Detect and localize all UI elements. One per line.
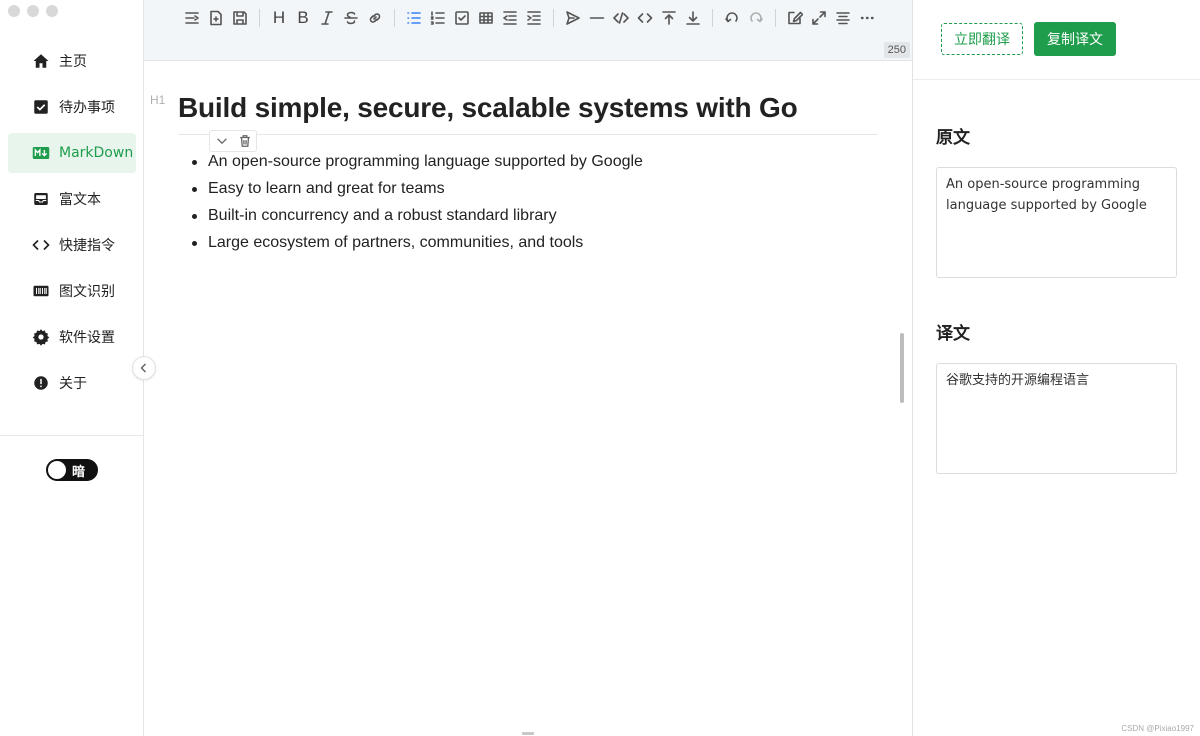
- maximize-window-button[interactable]: [46, 5, 58, 17]
- target-textarea[interactable]: 谷歌支持的开源编程语言: [936, 363, 1177, 474]
- undo-icon[interactable]: [720, 7, 744, 29]
- window-controls: [8, 5, 58, 17]
- list-item[interactable]: Easy to learn and great for teams: [192, 178, 643, 205]
- more-icon[interactable]: [855, 7, 879, 29]
- character-counter: 250: [883, 42, 910, 58]
- close-window-button[interactable]: [8, 5, 20, 17]
- ordered-list-icon[interactable]: [426, 7, 450, 29]
- sidebar-item-markdown[interactable]: MarkDown: [8, 133, 136, 173]
- sidebar-item-label: 主页: [59, 54, 87, 70]
- source-title: 原文: [936, 128, 970, 148]
- checklist-icon[interactable]: [450, 7, 474, 29]
- editor-scrollbar[interactable]: [900, 333, 904, 403]
- sidebar-item-about[interactable]: 关于: [8, 363, 136, 403]
- editor-toolbar: H B 250: [144, 0, 912, 61]
- import-file-icon[interactable]: [204, 7, 228, 29]
- sidebar-item-label: 软件设置: [59, 330, 115, 346]
- home-icon: [32, 52, 50, 70]
- sidebar-item-ocr[interactable]: 图文识别: [8, 271, 136, 311]
- code-block-icon[interactable]: [609, 7, 633, 29]
- sidebar-divider: [0, 435, 143, 436]
- align-icon[interactable]: [831, 7, 855, 29]
- copy-translation-button[interactable]: 复制译文: [1034, 22, 1116, 56]
- fullscreen-icon[interactable]: [807, 7, 831, 29]
- list-item[interactable]: An open-source programming language supp…: [192, 151, 643, 178]
- markdown-editor: H B 250 H1 Build simple, secure, scalabl…: [144, 0, 913, 736]
- barcode-icon: [32, 282, 50, 300]
- redo-icon[interactable]: [744, 7, 768, 29]
- list-item[interactable]: Built-in concurrency and a robust standa…: [192, 205, 643, 232]
- watermark: CSDN @Pixiao1997: [1121, 724, 1194, 733]
- italic-icon[interactable]: [315, 7, 339, 29]
- document-heading[interactable]: Build simple, secure, scalable systems w…: [178, 92, 798, 124]
- list-item[interactable]: Large ecosystem of partners, communities…: [192, 232, 643, 259]
- toolbar-separator: [259, 9, 260, 27]
- sidebar-item-shortcuts[interactable]: 快捷指令: [8, 225, 136, 265]
- translate-now-button[interactable]: 立即翻译: [941, 23, 1023, 55]
- strikethrough-icon[interactable]: [339, 7, 363, 29]
- table-icon[interactable]: [474, 7, 498, 29]
- toolbar-separator: [712, 9, 713, 27]
- code-icon: [32, 236, 50, 254]
- heading-button[interactable]: H: [267, 7, 291, 29]
- editor-content[interactable]: H1 Build simple, secure, scalable system…: [144, 62, 912, 736]
- outdent-icon[interactable]: [498, 7, 522, 29]
- minimize-window-button[interactable]: [27, 5, 39, 17]
- target-title: 译文: [936, 324, 970, 344]
- heading-underline: [178, 134, 878, 135]
- insert-before-icon[interactable]: [657, 7, 681, 29]
- toolbar-separator: [553, 9, 554, 27]
- sidebar-item-label: 图文识别: [59, 284, 115, 300]
- toggle-knob: [48, 461, 66, 479]
- outline-icon[interactable]: [180, 7, 204, 29]
- save-icon[interactable]: [228, 7, 252, 29]
- bold-button[interactable]: B: [291, 7, 315, 29]
- sidebar-item-home[interactable]: 主页: [8, 41, 136, 81]
- theme-toggle-label: 暗: [72, 464, 86, 480]
- bullet-list-icon[interactable]: [402, 7, 426, 29]
- chevron-down-icon[interactable]: [215, 134, 229, 148]
- edit-mode-icon[interactable]: [783, 7, 807, 29]
- toolbar-separator: [394, 9, 395, 27]
- horizontal-rule-icon[interactable]: [585, 7, 609, 29]
- bullet-list: An open-source programming language supp…: [192, 151, 643, 259]
- sidebar-item-settings[interactable]: 软件设置: [8, 317, 136, 357]
- resize-handle[interactable]: [522, 732, 534, 735]
- sidebar-item-label: 快捷指令: [59, 238, 115, 254]
- sidebar-item-label: 富文本: [59, 192, 101, 208]
- sidebar-item-label: 关于: [59, 376, 87, 392]
- inline-code-icon[interactable]: [633, 7, 657, 29]
- markdown-icon: [32, 144, 50, 162]
- inbox-icon: [32, 190, 50, 208]
- collapse-sidebar-button[interactable]: [132, 356, 156, 380]
- sidebar-item-richtext[interactable]: 富文本: [8, 179, 136, 219]
- sidebar-item-todo[interactable]: 待办事项: [8, 87, 136, 127]
- source-textarea[interactable]: An open-source programming language supp…: [936, 167, 1177, 278]
- info-icon: [32, 374, 50, 392]
- indent-icon[interactable]: [522, 7, 546, 29]
- toolbar-separator: [775, 9, 776, 27]
- translation-panel: 立即翻译 复制译文 原文 An open-source programming …: [913, 0, 1200, 736]
- chevron-left-icon: [140, 363, 146, 373]
- panel-header: 立即翻译 复制译文: [913, 0, 1200, 80]
- heading-level-marker: H1: [150, 93, 166, 107]
- block-toolbar: [209, 130, 257, 152]
- theme-toggle[interactable]: 暗: [46, 459, 98, 481]
- gear-icon: [32, 328, 50, 346]
- sidebar-item-label: MarkDown: [59, 145, 134, 161]
- sidebar-item-label: 待办事项: [59, 100, 115, 116]
- quote-icon[interactable]: [561, 7, 585, 29]
- trash-icon[interactable]: [238, 134, 252, 148]
- insert-after-icon[interactable]: [681, 7, 705, 29]
- checkbox-icon: [32, 98, 50, 116]
- link-icon[interactable]: [363, 7, 387, 29]
- sidebar-nav: 主页 待办事项 MarkDown 富文本 快捷指令 图文识别 软件设置 关于: [8, 41, 136, 409]
- sidebar: 主页 待办事项 MarkDown 富文本 快捷指令 图文识别 软件设置 关于 暗: [0, 0, 144, 736]
